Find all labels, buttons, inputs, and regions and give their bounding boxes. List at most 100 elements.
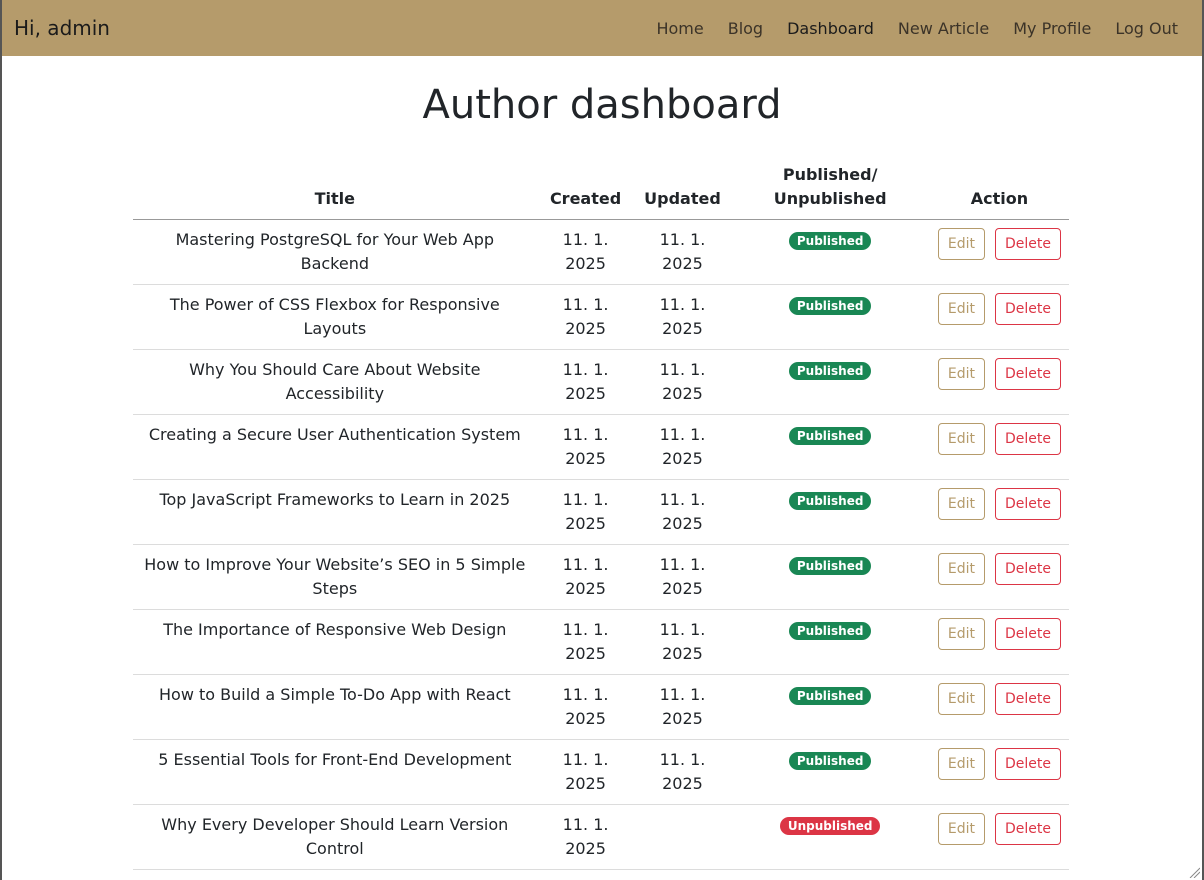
edit-button[interactable]: Edit: [937, 813, 985, 845]
delete-button[interactable]: Delete: [995, 228, 1061, 260]
edit-button[interactable]: Edit: [937, 488, 985, 520]
articles-table: Title Created Updated Published/ Unpubli…: [133, 159, 1069, 870]
delete-button[interactable]: Delete: [995, 488, 1061, 520]
edit-button[interactable]: Edit: [937, 683, 985, 715]
delete-button[interactable]: Delete: [995, 553, 1061, 585]
status-badge: Unpublished: [779, 817, 881, 835]
header-status: Published/ Unpublished: [730, 159, 930, 220]
cell-action: Edit Delete: [929, 219, 1069, 285]
header-created: Created: [536, 159, 635, 220]
nav-link-home[interactable]: Home: [644, 19, 715, 38]
row-actions: Edit Delete: [937, 293, 1061, 325]
cell-title: 5 Essential Tools for Front-End Developm…: [133, 739, 537, 805]
edit-button[interactable]: Edit: [937, 748, 985, 780]
status-badge: Published: [788, 427, 872, 445]
row-actions: Edit Delete: [937, 813, 1061, 845]
edit-button[interactable]: Edit: [937, 553, 985, 585]
cell-action: Edit Delete: [929, 284, 1069, 350]
table-header-row: Title Created Updated Published/ Unpubli…: [133, 159, 1069, 220]
cell-created: 11. 1. 2025: [536, 544, 635, 610]
nav-link-dashboard[interactable]: Dashboard: [775, 19, 886, 38]
cell-title: Top JavaScript Frameworks to Learn in 20…: [133, 479, 537, 545]
row-actions: Edit Delete: [937, 553, 1061, 585]
status-badge: Published: [788, 752, 872, 770]
cell-status: Published: [730, 544, 930, 610]
cell-updated: 11. 1. 2025: [634, 219, 731, 285]
row-actions: Edit Delete: [937, 748, 1061, 780]
nav-link-new-article[interactable]: New Article: [886, 19, 1001, 38]
table-row: The Power of CSS Flexbox for Responsive …: [133, 284, 1069, 350]
edit-button[interactable]: Edit: [937, 293, 985, 325]
cell-updated: 11. 1. 2025: [634, 414, 731, 480]
row-actions: Edit Delete: [937, 423, 1061, 455]
cell-action: Edit Delete: [929, 804, 1069, 870]
status-badge: Published: [788, 362, 872, 380]
cell-updated: 11. 1. 2025: [634, 674, 731, 740]
delete-button[interactable]: Delete: [995, 683, 1061, 715]
cell-action: Edit Delete: [929, 544, 1069, 610]
cell-updated: 11. 1. 2025: [634, 739, 731, 805]
delete-button[interactable]: Delete: [995, 358, 1061, 390]
cell-action: Edit Delete: [929, 609, 1069, 675]
cell-title: Why You Should Care About Website Access…: [133, 349, 537, 415]
edit-button[interactable]: Edit: [937, 228, 985, 260]
page-title: Author dashboard: [422, 82, 782, 128]
header-status-line2: Unpublished: [773, 189, 887, 208]
nav-links: Home Blog Dashboard New Article My Profi…: [644, 19, 1190, 38]
navbar-brand[interactable]: Hi, admin: [14, 16, 110, 40]
cell-status: Published: [730, 609, 930, 675]
cell-status: Published: [730, 739, 930, 805]
table-row: The Importance of Responsive Web Design 1…: [133, 609, 1069, 675]
cell-status: Published: [730, 219, 930, 285]
delete-button[interactable]: Delete: [995, 293, 1061, 325]
header-status-line1: Published/: [782, 165, 878, 184]
table-row: Top JavaScript Frameworks to Learn in 20…: [133, 479, 1069, 545]
cell-created: 11. 1. 2025: [536, 219, 635, 285]
status-badge: Published: [788, 232, 872, 250]
cell-updated: 11. 1. 2025: [634, 349, 731, 415]
cell-updated: 11. 1. 2025: [634, 479, 731, 545]
cell-created: 11. 1. 2025: [536, 479, 635, 545]
table-row: Mastering PostgreSQL for Your Web App Ba…: [133, 219, 1069, 285]
table-row: How to Build a Simple To-Do App with Rea…: [133, 674, 1069, 740]
edit-button[interactable]: Edit: [937, 358, 985, 390]
cell-title: Creating a Secure User Authentication Sy…: [133, 414, 537, 480]
navbar: Hi, admin Home Blog Dashboard New Articl…: [2, 0, 1202, 56]
cell-title: Mastering PostgreSQL for Your Web App Ba…: [133, 219, 537, 285]
cell-updated: 11. 1. 2025: [634, 544, 731, 610]
cell-created: 11. 1. 2025: [536, 609, 635, 675]
cell-created: 11. 1. 2025: [536, 739, 635, 805]
cell-action: Edit Delete: [929, 674, 1069, 740]
cell-updated: 11. 1. 2025: [634, 609, 731, 675]
nav-link-my-profile[interactable]: My Profile: [1001, 19, 1103, 38]
edit-button[interactable]: Edit: [937, 423, 985, 455]
table-row: Why You Should Care About Website Access…: [133, 349, 1069, 415]
cell-created: 11. 1. 2025: [536, 414, 635, 480]
nav-link-blog[interactable]: Blog: [716, 19, 775, 38]
cell-created: 11. 1. 2025: [536, 349, 635, 415]
cell-title: How to Build a Simple To-Do App with Rea…: [133, 674, 537, 740]
cell-status: Unpublished: [730, 804, 930, 870]
cell-title: How to Improve Your Website’s SEO in 5 S…: [133, 544, 537, 610]
cell-updated: [634, 804, 731, 870]
table-row: Creating a Secure User Authentication Sy…: [133, 414, 1069, 480]
cell-status: Published: [730, 479, 930, 545]
status-badge: Published: [788, 557, 872, 575]
delete-button[interactable]: Delete: [995, 423, 1061, 455]
cell-action: Edit Delete: [929, 479, 1069, 545]
header-title: Title: [133, 159, 537, 220]
cell-action: Edit Delete: [929, 739, 1069, 805]
row-actions: Edit Delete: [937, 358, 1061, 390]
status-badge: Published: [788, 492, 872, 510]
delete-button[interactable]: Delete: [995, 618, 1061, 650]
resize-grip-icon[interactable]: [1188, 866, 1200, 878]
table-row: Why Every Developer Should Learn Version…: [133, 804, 1069, 870]
delete-button[interactable]: Delete: [995, 813, 1061, 845]
row-actions: Edit Delete: [937, 683, 1061, 715]
header-action: Action: [929, 159, 1069, 220]
table-row: 5 Essential Tools for Front-End Developm…: [133, 739, 1069, 805]
nav-link-log-out[interactable]: Log Out: [1103, 19, 1190, 38]
cell-updated: 11. 1. 2025: [634, 284, 731, 350]
edit-button[interactable]: Edit: [937, 618, 985, 650]
delete-button[interactable]: Delete: [995, 748, 1061, 780]
